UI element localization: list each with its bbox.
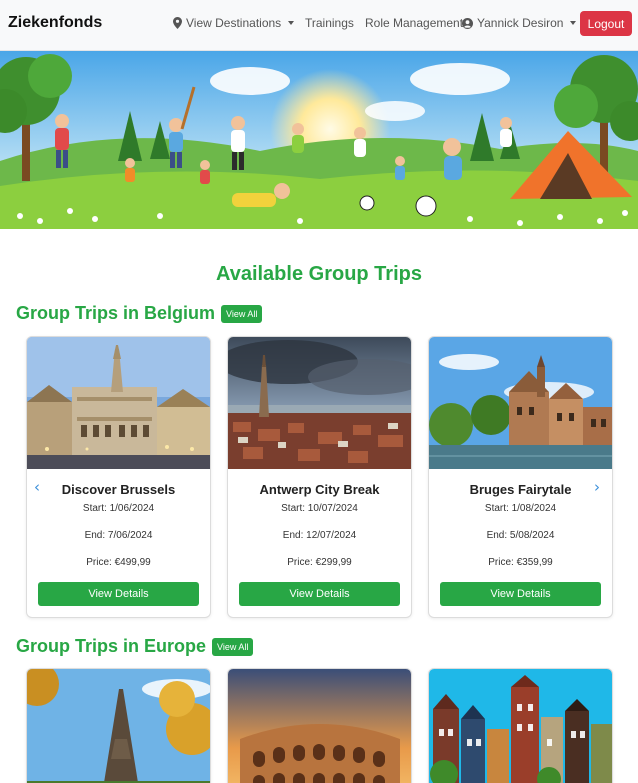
trip-card-paris xyxy=(26,668,211,783)
chevron-down-icon xyxy=(288,21,295,25)
trip-card-rome xyxy=(227,668,412,783)
brussels-photo xyxy=(27,337,210,469)
view-all-belgium-button[interactable]: View All xyxy=(221,304,263,323)
section-title-europe: Group Trips in Europe View All xyxy=(16,636,254,657)
trip-name: Discover Brussels xyxy=(61,482,176,497)
view-details-button[interactable]: View Details xyxy=(38,582,199,606)
nav-user-name: Yannick Desiron xyxy=(477,16,564,30)
trip-card-antwerp: Antwerp City Break Start: 10/07/2024 End… xyxy=(227,336,412,618)
nav-view-destinations-label: View Destinations xyxy=(186,16,282,30)
page-title: Available Group Trips xyxy=(216,263,422,285)
nav-user-menu[interactable]: Yannick Desiron xyxy=(462,16,577,30)
view-details-button[interactable]: View Details xyxy=(440,582,601,606)
view-details-button[interactable]: View Details xyxy=(239,582,400,606)
paris-photo xyxy=(27,669,210,783)
user-circle-icon xyxy=(462,17,473,29)
trip-price: Price: €299,99 xyxy=(287,557,352,568)
carousel-prev-chevron-left-icon[interactable]: ‹ xyxy=(34,478,40,496)
trip-end-date: End: 7/06/2024 xyxy=(84,530,153,541)
carousel-next-chevron-right-icon[interactable]: › xyxy=(594,478,600,496)
trip-end-date: End: 12/07/2024 xyxy=(282,530,357,541)
section-title-belgium: Group Trips in Belgium View All xyxy=(16,303,263,324)
map-pin-icon xyxy=(173,17,182,29)
view-all-europe-button[interactable]: View All xyxy=(212,637,254,656)
rome-photo xyxy=(228,669,411,783)
trip-card-amsterdam xyxy=(428,668,613,783)
trip-start-date: Start: 1/06/2024 xyxy=(82,503,155,514)
trip-card-brussels: Discover Brussels Start: 1/06/2024 End: … xyxy=(26,336,211,618)
brand-logo[interactable]: Ziekenfonds xyxy=(8,14,102,32)
trip-price: Price: €359,99 xyxy=(488,557,553,568)
section-title-europe-label: Group Trips in Europe xyxy=(16,636,207,656)
trip-name: Antwerp City Break xyxy=(259,482,380,497)
trip-card-bruges: Bruges Fairytale Start: 1/08/2024 End: 5… xyxy=(428,336,613,618)
trip-price: Price: €499,99 xyxy=(86,557,151,568)
nav-role-management[interactable]: Role Management xyxy=(365,16,463,30)
amsterdam-photo xyxy=(429,669,612,783)
bruges-photo xyxy=(429,337,612,469)
trip-start-date: Start: 10/07/2024 xyxy=(281,503,358,514)
navbar: Ziekenfonds View Destinations Trainings … xyxy=(0,0,638,51)
logout-button[interactable]: Logout xyxy=(580,11,632,36)
chevron-down-icon xyxy=(570,21,577,25)
hero-banner xyxy=(0,51,638,229)
trip-name: Bruges Fairytale xyxy=(469,482,572,497)
antwerp-photo xyxy=(228,337,411,469)
hero-illustration xyxy=(0,51,638,229)
trip-start-date: Start: 1/08/2024 xyxy=(484,503,557,514)
nav-view-destinations[interactable]: View Destinations xyxy=(173,16,295,30)
nav-trainings[interactable]: Trainings xyxy=(305,16,354,30)
trip-end-date: End: 5/08/2024 xyxy=(486,530,555,541)
section-title-belgium-label: Group Trips in Belgium xyxy=(16,303,216,323)
